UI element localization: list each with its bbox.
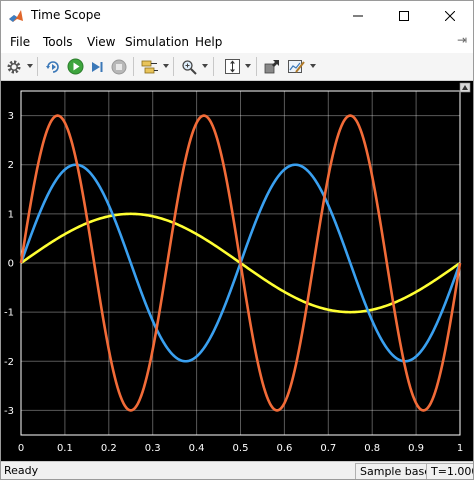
autoscale-dropdown-icon[interactable] bbox=[245, 64, 251, 68]
y-tick-label: 1 bbox=[8, 209, 14, 220]
settings-dropdown-icon[interactable] bbox=[27, 64, 33, 68]
menu-view[interactable]: View bbox=[87, 35, 115, 49]
plot-maximize-button[interactable] bbox=[459, 82, 471, 93]
matlab-icon bbox=[9, 10, 23, 22]
y-tick-label: -1 bbox=[4, 308, 14, 319]
x-tick-label: 0.9 bbox=[408, 443, 424, 454]
toolbar-separator bbox=[133, 57, 134, 76]
toolbar-separator bbox=[173, 57, 174, 76]
status-bar: Ready Sample based T=1.000 bbox=[1, 461, 473, 479]
minimize-button[interactable] bbox=[335, 1, 381, 31]
status-state: Ready bbox=[4, 464, 39, 477]
run-button[interactable] bbox=[66, 57, 84, 76]
signal-selector-button[interactable] bbox=[140, 57, 160, 76]
highlight-block-button[interactable] bbox=[263, 57, 281, 76]
autoscale-icon bbox=[224, 59, 240, 74]
gear-icon bbox=[7, 60, 21, 73]
stop-button[interactable] bbox=[110, 57, 128, 76]
time-scope-window: Time Scope File Tools View Simulation He… bbox=[0, 0, 474, 480]
x-tick-label: 0.6 bbox=[276, 443, 292, 454]
x-tick-label: 0.3 bbox=[145, 443, 161, 454]
window-title: Time Scope bbox=[31, 8, 101, 22]
menu-dock-icon[interactable]: ⇥ bbox=[457, 33, 467, 47]
y-tick-label: 3 bbox=[8, 111, 14, 122]
menu-tools[interactable]: Tools bbox=[43, 35, 73, 49]
x-tick-label: 0.8 bbox=[364, 443, 380, 454]
highlight-icon bbox=[264, 59, 279, 73]
time-scope-plot[interactable]: 3 2 1 0 -1 -2 -3 0 0.1 0.2 0.3 0.4 0.5 0.6 0.7 0.8 0.9 1 bbox=[1, 81, 473, 461]
y-tick-label: -3 bbox=[4, 406, 14, 417]
signal-selector-dropdown-icon[interactable] bbox=[163, 64, 169, 68]
maximize-icon bbox=[399, 11, 409, 21]
stop-icon bbox=[111, 59, 127, 74]
style-dropdown-icon[interactable] bbox=[310, 64, 316, 68]
toolbar-separator bbox=[213, 57, 214, 76]
maximize-button[interactable] bbox=[381, 1, 427, 31]
zoom-icon bbox=[182, 59, 197, 75]
menu-help[interactable]: Help bbox=[195, 35, 222, 49]
x-tick-label: 0.4 bbox=[189, 443, 205, 454]
y-axis-ticks: 3 2 1 0 -1 -2 -3 bbox=[4, 111, 14, 417]
x-axis-ticks: 0 0.1 0.2 0.3 0.4 0.5 0.6 0.7 0.8 0.9 1 bbox=[18, 443, 463, 454]
x-tick-label: 1 bbox=[457, 443, 463, 454]
style-icon bbox=[288, 60, 305, 73]
x-tick-label: 0.1 bbox=[57, 443, 73, 454]
step-back-icon bbox=[46, 60, 59, 73]
step-back-button[interactable] bbox=[44, 57, 62, 76]
menu-file[interactable]: File bbox=[10, 35, 30, 49]
toolbar bbox=[1, 53, 473, 81]
style-button[interactable] bbox=[286, 57, 306, 76]
scope-plot-area[interactable]: 3 2 1 0 -1 -2 -3 0 0.1 0.2 0.3 0.4 0.5 0.6 0.7 0.8 0.9 1 bbox=[1, 81, 473, 461]
zoom-button[interactable] bbox=[180, 57, 198, 76]
y-tick-label: 2 bbox=[8, 160, 14, 171]
x-tick-label: 0 bbox=[18, 443, 24, 454]
simulation-time-indicator: T=1.000 bbox=[426, 463, 473, 479]
signal-selector-icon bbox=[141, 60, 158, 73]
x-tick-label: 0.5 bbox=[233, 443, 249, 454]
x-tick-label: 0.2 bbox=[101, 443, 117, 454]
close-button[interactable] bbox=[427, 1, 473, 31]
step-forward-icon bbox=[92, 61, 103, 72]
run-icon bbox=[67, 58, 83, 75]
x-tick-label: 0.7 bbox=[320, 443, 336, 454]
title-bar: Time Scope bbox=[1, 1, 473, 31]
toolbar-separator bbox=[37, 57, 38, 76]
y-tick-label: 0 bbox=[8, 259, 14, 270]
minimize-icon bbox=[353, 15, 363, 17]
settings-button[interactable] bbox=[5, 57, 23, 76]
y-tick-label: -2 bbox=[4, 357, 14, 368]
menu-simulation[interactable]: Simulation bbox=[125, 35, 189, 49]
zoom-dropdown-icon[interactable] bbox=[202, 64, 208, 68]
toolbar-separator bbox=[256, 57, 257, 76]
step-forward-button[interactable] bbox=[88, 57, 106, 76]
autoscale-button[interactable] bbox=[222, 57, 242, 76]
menu-bar: File Tools View Simulation Help ⇥ bbox=[1, 31, 473, 53]
close-icon bbox=[445, 11, 455, 21]
